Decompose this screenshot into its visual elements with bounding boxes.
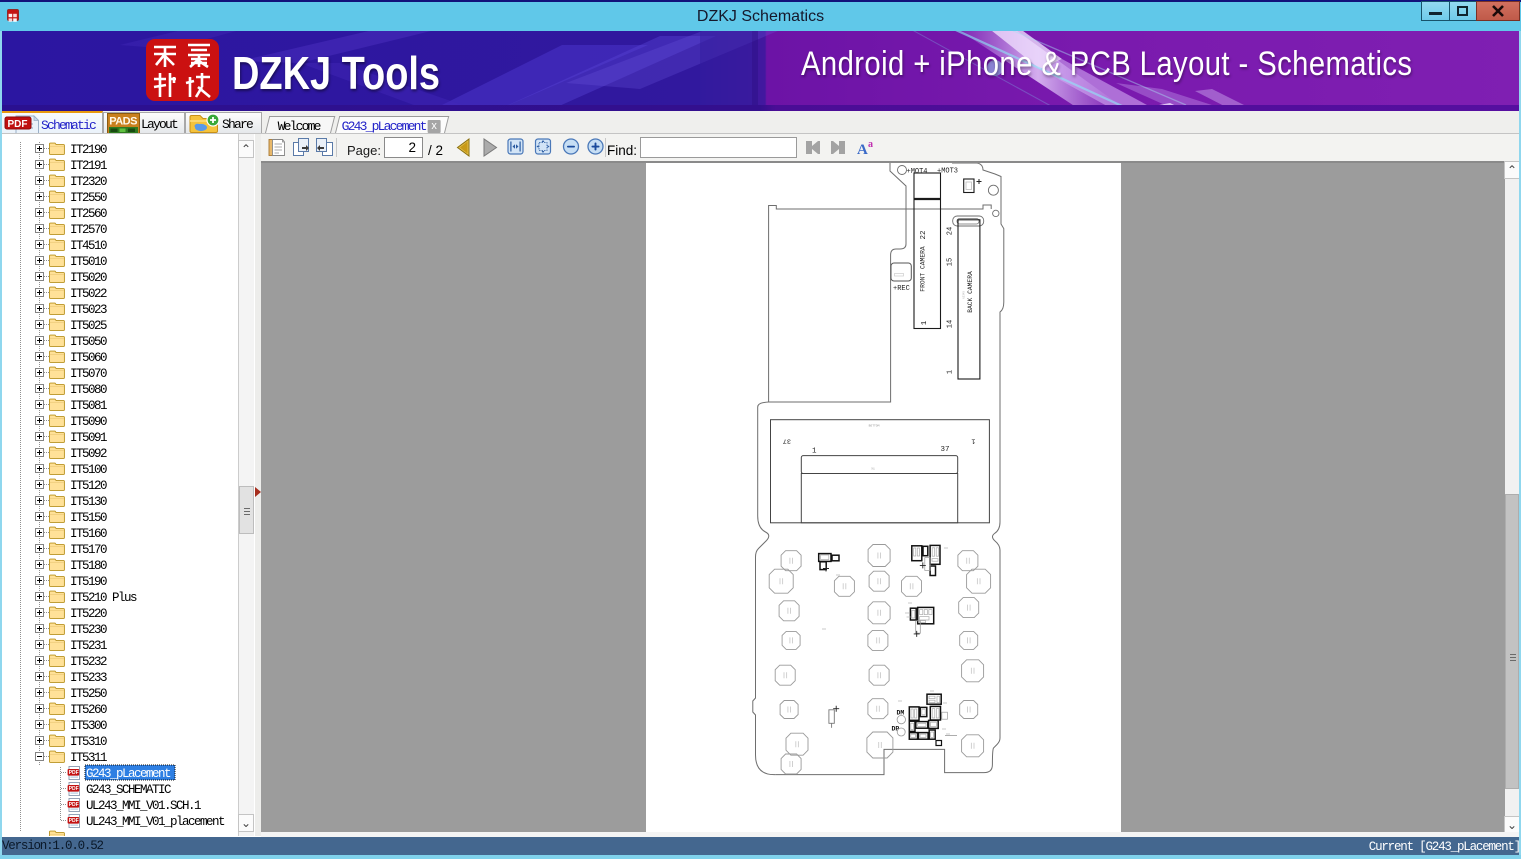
svg-text:IT5081: IT5081 <box>70 399 107 413</box>
svg-text:IT5210 Plus: IT5210 Plus <box>70 591 137 605</box>
svg-text:BOTTOM: BOTTOM <box>869 425 880 428</box>
svg-text:IT5023: IT5023 <box>70 303 107 317</box>
svg-text:IT5120: IT5120 <box>70 479 107 493</box>
svg-text:IT5022: IT5022 <box>70 287 107 301</box>
svg-text:IT5311: IT5311 <box>70 751 107 765</box>
svg-text:PDF: PDF <box>8 119 28 130</box>
svg-text:BACK CAMERA: BACK CAMERA <box>967 271 974 313</box>
svg-text:15: 15 <box>947 258 955 266</box>
svg-text:IT5091: IT5091 <box>70 431 107 445</box>
svg-text:IT5170: IT5170 <box>70 543 107 557</box>
svg-text:IT5231: IT5231 <box>70 639 107 653</box>
svg-text:+MOT4: +MOT4 <box>907 168 928 176</box>
svg-text:IT5010: IT5010 <box>70 255 107 269</box>
svg-text:A: A <box>857 142 868 158</box>
svg-text:IT5025: IT5025 <box>70 319 107 333</box>
svg-text:IT2560: IT2560 <box>70 207 107 221</box>
svg-text:1: 1 <box>921 320 929 325</box>
svg-text:24: 24 <box>947 227 955 235</box>
svg-text:IT2320: IT2320 <box>70 175 107 189</box>
svg-text:IT5080: IT5080 <box>70 383 107 397</box>
svg-text:FRONT CAMERA: FRONT CAMERA <box>920 246 927 292</box>
svg-text:+REC: +REC <box>893 285 910 293</box>
svg-text:IT2550: IT2550 <box>70 191 107 205</box>
svg-text:IT5310: IT5310 <box>70 735 107 749</box>
svg-text:a: a <box>868 139 873 150</box>
svg-text:IT5180: IT5180 <box>70 559 107 573</box>
svg-text:1: 1 <box>971 436 975 444</box>
svg-text:1: 1 <box>812 448 817 456</box>
svg-text:IT2570: IT2570 <box>70 223 107 237</box>
svg-text:37: 37 <box>941 446 950 454</box>
svg-text:IT5300: IT5300 <box>70 719 107 733</box>
svg-text:UL243_MMI_V01.SCH.1: UL243_MMI_V01.SCH.1 <box>86 799 201 813</box>
svg-text:IT5092: IT5092 <box>70 447 107 461</box>
svg-text:1: 1 <box>947 370 955 374</box>
svg-text:A2345: A2345 <box>963 291 966 299</box>
svg-text:IT5130: IT5130 <box>70 495 107 509</box>
svg-text:IT5233: IT5233 <box>70 671 107 685</box>
svg-text:IT5160: IT5160 <box>70 527 107 541</box>
svg-text:IT5090: IT5090 <box>70 415 107 429</box>
svg-text:PADS: PADS <box>109 116 137 128</box>
svg-text:IT5220: IT5220 <box>70 607 107 621</box>
svg-text:UL243_MMI_V01_placement: UL243_MMI_V01_placement <box>86 815 225 829</box>
svg-text:IT2191: IT2191 <box>70 159 107 173</box>
svg-text:IT4510: IT4510 <box>70 239 107 253</box>
svg-text:IT5190: IT5190 <box>70 575 107 589</box>
svg-text:IT5230: IT5230 <box>70 623 107 637</box>
svg-text:IT5050: IT5050 <box>70 335 107 349</box>
svg-text:+MOT3: +MOT3 <box>937 168 958 176</box>
svg-text:IT5150: IT5150 <box>70 511 107 525</box>
svg-text:37: 37 <box>783 436 791 444</box>
svg-text:IT5060: IT5060 <box>70 351 107 365</box>
svg-text:IT5070: IT5070 <box>70 367 107 381</box>
svg-text:IT5250: IT5250 <box>70 687 107 701</box>
svg-text:IT2190: IT2190 <box>70 143 107 157</box>
svg-text:IT5232: IT5232 <box>70 655 107 669</box>
svg-text:G243_pLacement: G243_pLacement <box>86 767 171 781</box>
svg-text:IT5260: IT5260 <box>70 703 107 717</box>
svg-text:14: 14 <box>947 320 955 328</box>
svg-text:IT5100: IT5100 <box>70 463 107 477</box>
svg-text:IT5020: IT5020 <box>70 271 107 285</box>
svg-text:22: 22 <box>920 230 928 239</box>
svg-text:X1: X1 <box>871 468 875 471</box>
svg-text:G243_SCHEMATIC: G243_SCHEMATIC <box>86 783 171 797</box>
